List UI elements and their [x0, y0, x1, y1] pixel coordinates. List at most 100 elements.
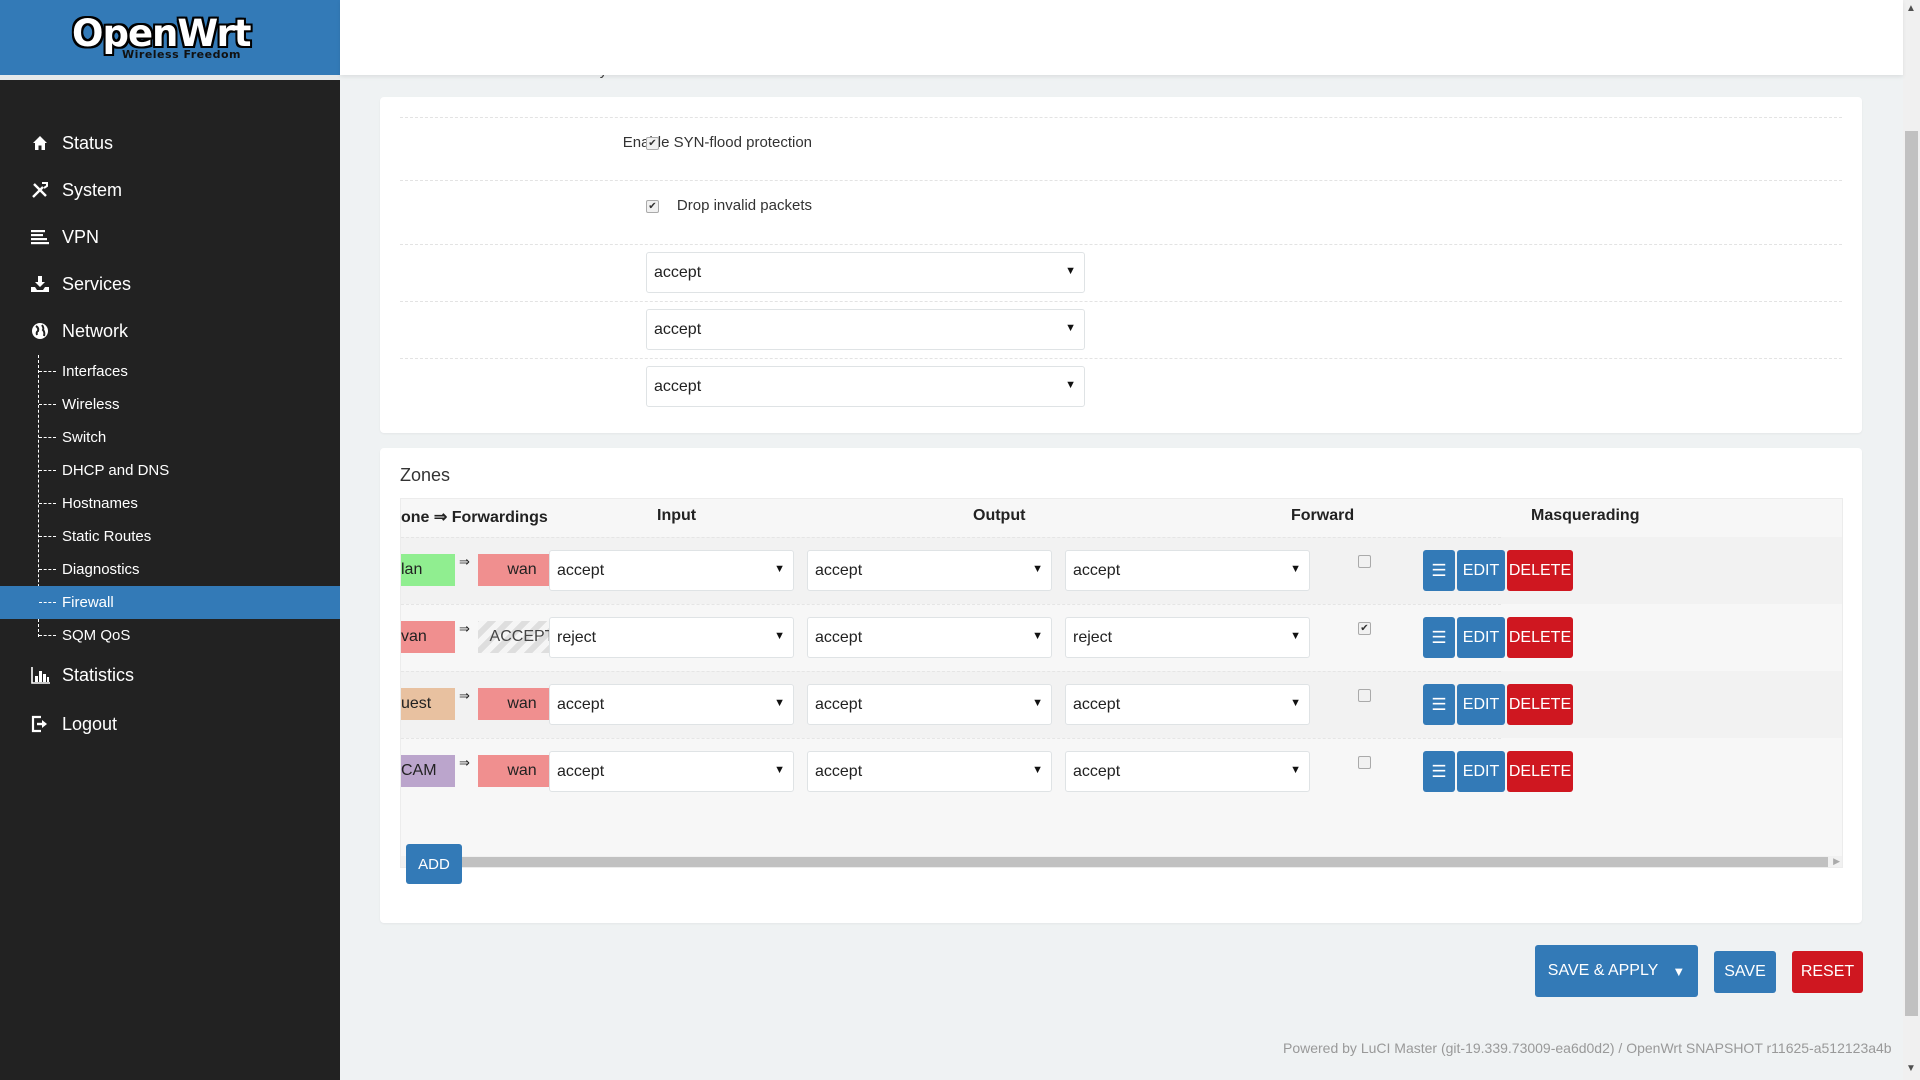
zone-delete-button[interactable]: DELETE	[1507, 550, 1573, 591]
divider	[400, 180, 1842, 181]
output-policy-select[interactable]: accept ▼	[646, 309, 1085, 350]
zone-input-select[interactable]: accept ▼	[549, 751, 794, 792]
divider	[400, 358, 1842, 359]
sidebar-item-logout[interactable]: Logout	[0, 704, 340, 744]
zone-edit-button[interactable]: EDIT	[1457, 684, 1505, 725]
sidebar-item-services[interactable]: Services	[0, 264, 340, 304]
zone-menu-button[interactable]: ☰	[1423, 617, 1455, 658]
dropdown-arrow-icon: ▼	[1065, 379, 1076, 391]
hamburger-icon: ☰	[1431, 627, 1447, 647]
scroll-up-icon[interactable]: ▲	[1906, 3, 1916, 14]
dropdown-arrow-icon: ▼	[1290, 697, 1301, 709]
masquerading-checkbox[interactable]	[1358, 555, 1371, 568]
sidebar-subitem-dhcp-dns[interactable]: DHCP and DNS	[0, 454, 340, 487]
row-divider	[401, 537, 1501, 538]
zone-delete-button[interactable]: DELETE	[1507, 684, 1573, 725]
zone-output-select[interactable]: accept ▼	[807, 617, 1052, 658]
zone-output-select[interactable]: accept ▼	[807, 550, 1052, 591]
forward-arrow-icon: ⇒	[459, 755, 470, 770]
scroll-down-icon[interactable]: ▼	[1906, 1063, 1916, 1074]
tree-branch	[39, 635, 56, 636]
save-button[interactable]: SAVE	[1714, 951, 1776, 993]
dropdown-arrow-icon: ▼	[1290, 630, 1301, 642]
sidebar: OpenWrt Wireless Freedom Status System V…	[0, 0, 340, 1080]
sidebar-subitem-firewall[interactable]: Firewall	[0, 586, 340, 619]
sidebar-item-status[interactable]: Status	[0, 123, 340, 163]
zone-edit-button[interactable]: EDIT	[1457, 751, 1505, 792]
syn-flood-checkbox[interactable]: ✔	[646, 137, 659, 150]
tree-branch	[39, 437, 56, 438]
zone-edit-button[interactable]: EDIT	[1457, 617, 1505, 658]
save-apply-label: SAVE & APPLY	[1547, 962, 1659, 979]
zone-menu-button[interactable]: ☰	[1423, 751, 1455, 792]
divider	[400, 301, 1842, 302]
sidebar-subitem-interfaces[interactable]: Interfaces	[0, 355, 340, 388]
zone-forward-select[interactable]: accept ▼	[1065, 550, 1310, 591]
sidebar-subitem-wireless[interactable]: Wireless	[0, 388, 340, 421]
row-divider	[401, 671, 1501, 672]
sidebar-item-network[interactable]: Network	[0, 311, 340, 351]
zone-name-badge[interactable]: uest	[401, 688, 455, 720]
top-header	[340, 0, 1903, 75]
select-value: accept	[557, 561, 605, 579]
sidebar-subitem-diagnostics[interactable]: Diagnostics	[0, 553, 340, 586]
vertical-scrollbar[interactable]: ▲ ▼	[1903, 0, 1920, 1080]
sidebar-subitem-static-routes[interactable]: Static Routes	[0, 520, 340, 553]
zone-menu-button[interactable]: ☰	[1423, 684, 1455, 725]
logo[interactable]: OpenWrt Wireless Freedom	[0, 0, 340, 75]
sidebar-item-vpn[interactable]: VPN	[0, 217, 340, 257]
zone-output-select[interactable]: accept ▼	[807, 684, 1052, 725]
scroll-right-icon[interactable]: ▶	[1833, 856, 1840, 867]
zone-input-select[interactable]: reject ▼	[549, 617, 794, 658]
select-value: reject	[1073, 628, 1113, 646]
tree-branch	[39, 404, 56, 405]
add-zone-button[interactable]: ADD	[406, 844, 462, 884]
caret-down-icon[interactable]: ▼	[1672, 964, 1685, 979]
hamburger-icon: ☰	[1431, 560, 1447, 580]
sidebar-subitem-hostnames[interactable]: Hostnames	[0, 487, 340, 520]
zone-forward-select[interactable]: reject ▼	[1065, 617, 1310, 658]
zone-output-select[interactable]: accept ▼	[807, 751, 1052, 792]
sidebar-item-label: Logout	[62, 713, 118, 734]
logo-divider	[0, 75, 340, 80]
sidebar-item-label: Services	[62, 273, 132, 294]
zone-input-select[interactable]: accept ▼	[549, 550, 794, 591]
zone-name: CAM	[401, 762, 437, 779]
input-policy-select[interactable]: accept ▼	[646, 252, 1085, 293]
zone-forward-select[interactable]: accept ▼	[1065, 751, 1310, 792]
masquerading-checkbox[interactable]	[1358, 756, 1371, 769]
horizontal-scrollbar[interactable]: ◀ ▶	[401, 856, 1842, 867]
forward-policy-select[interactable]: accept ▼	[646, 366, 1085, 407]
sidebar-item-statistics[interactable]: Statistics	[0, 655, 340, 695]
sidebar-item-label: System	[62, 179, 123, 200]
scrollbar-thumb[interactable]	[1905, 131, 1918, 1016]
zone-delete-button[interactable]: DELETE	[1507, 751, 1573, 792]
select-value: accept	[557, 695, 605, 713]
sidebar-subitem-sqm-qos[interactable]: SQM QoS	[0, 619, 340, 652]
zone-name: uest	[401, 695, 432, 712]
drop-invalid-checkbox[interactable]: ✔	[646, 200, 659, 213]
tree-branch	[39, 470, 56, 471]
save-apply-button[interactable]: SAVE & APPLY ▼	[1535, 945, 1698, 997]
column-header-input: Input	[657, 507, 697, 524]
zone-edit-button[interactable]: EDIT	[1457, 550, 1505, 591]
select-value: accept	[815, 695, 863, 713]
zone-delete-button[interactable]: DELETE	[1507, 617, 1573, 658]
tree-branch	[39, 602, 56, 603]
sidebar-item-system[interactable]: System	[0, 170, 340, 210]
zone-menu-button[interactable]: ☰	[1423, 550, 1455, 591]
zones-heading: Zones	[400, 465, 451, 485]
zone-name-badge[interactable]: van	[401, 621, 455, 653]
scrollbar-thumb[interactable]	[459, 857, 1828, 867]
dropdown-arrow-icon: ▼	[1290, 764, 1301, 776]
masquerading-checkbox[interactable]: ✔	[1358, 622, 1371, 635]
masquerading-checkbox[interactable]	[1358, 689, 1371, 702]
sidebar-subitem-switch[interactable]: Switch	[0, 421, 340, 454]
zone-name-badge[interactable]: CAM	[401, 755, 455, 787]
zone-input-select[interactable]: accept ▼	[549, 684, 794, 725]
zone-name-badge[interactable]: lan	[401, 554, 455, 586]
dropdown-arrow-icon: ▼	[1032, 697, 1043, 709]
zone-forward-select[interactable]: accept ▼	[1065, 684, 1310, 725]
sidebar-item-label: Statistics	[62, 664, 135, 685]
reset-button[interactable]: RESET	[1792, 951, 1863, 993]
